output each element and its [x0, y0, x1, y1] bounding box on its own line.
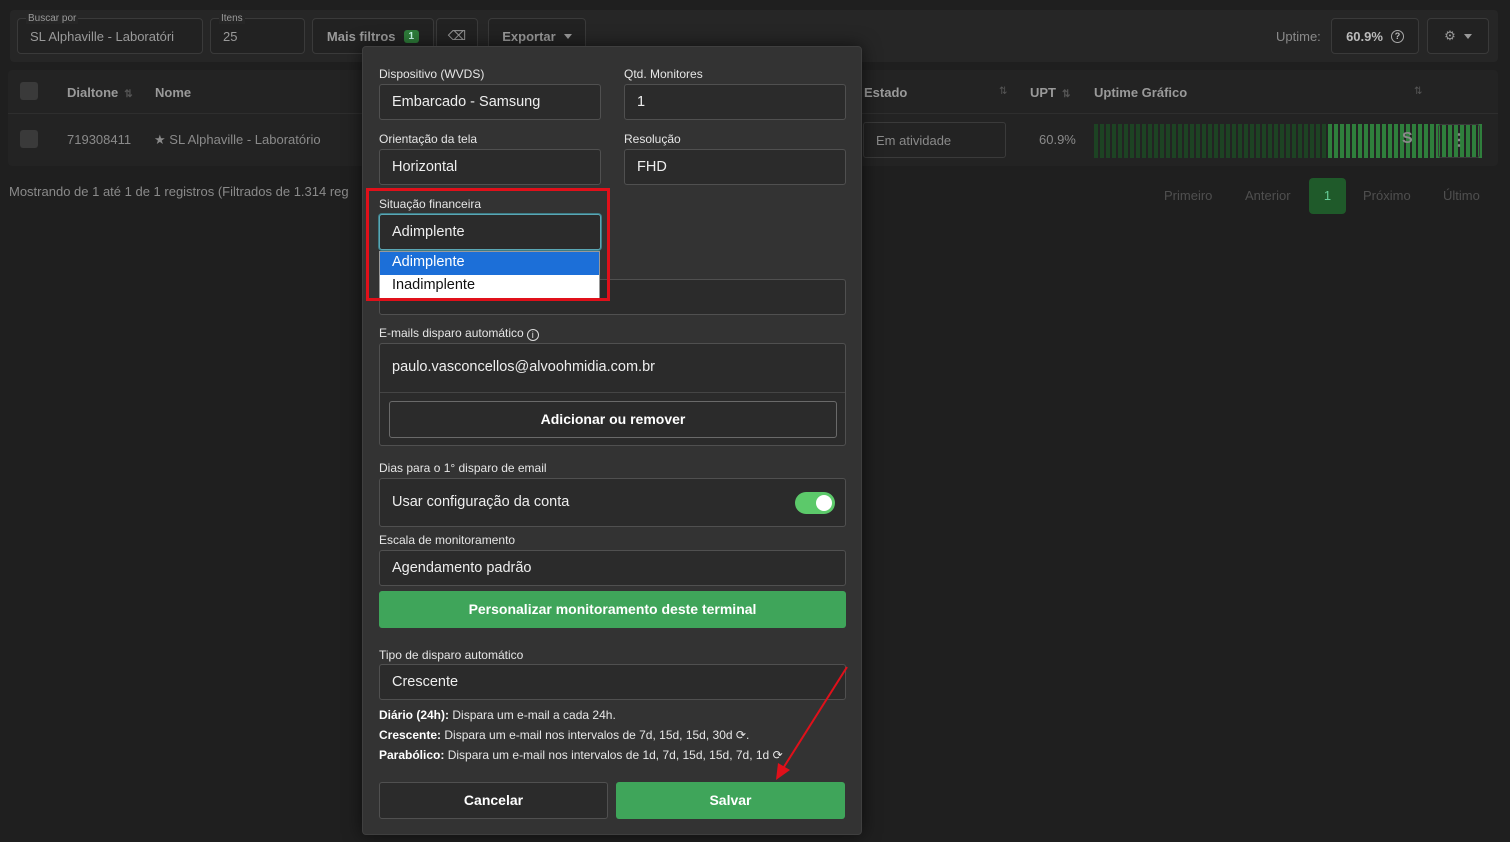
- annotation-arrow: [776, 666, 848, 780]
